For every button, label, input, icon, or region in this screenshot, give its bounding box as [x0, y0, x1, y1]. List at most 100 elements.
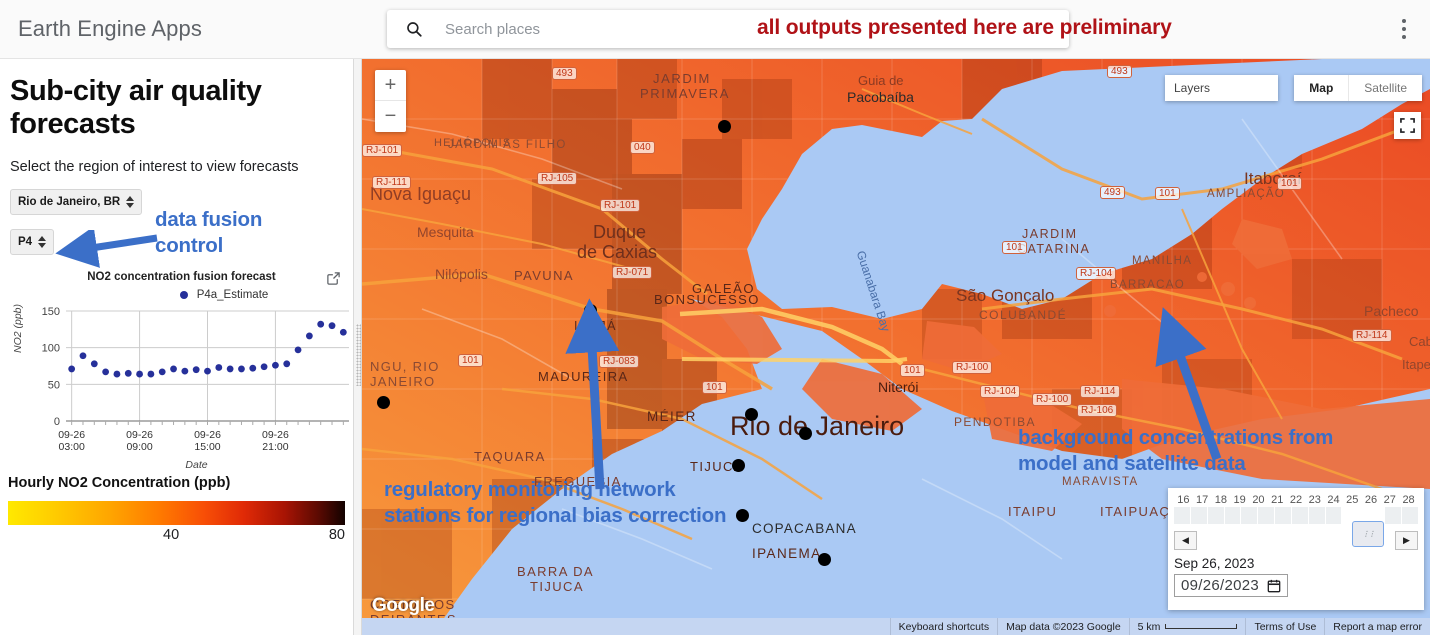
date-day-label: 17 — [1196, 494, 1209, 506]
road-shield-label: RJ-111 — [372, 176, 411, 189]
date-prev-button[interactable]: ◀ — [1174, 531, 1197, 550]
road-shield-label: RJ-105 — [537, 172, 578, 185]
road-shield-label: 101 — [702, 381, 727, 394]
panel-resize-handle[interactable] — [353, 59, 362, 635]
map-attribution-bar: Keyboard shortcuts Map data ©2023 Google… — [362, 618, 1430, 635]
monitoring-station-marker[interactable] — [732, 459, 745, 472]
date-day-label: 22 — [1289, 494, 1303, 506]
report-map-error-link[interactable]: Report a map error — [1324, 618, 1430, 635]
date-day-label: 23 — [1308, 494, 1321, 506]
date-slider-cell[interactable] — [1402, 507, 1418, 524]
zoom-control[interactable]: + − — [375, 70, 406, 132]
legend-label: P4a_Estimate — [196, 289, 269, 301]
zoom-in-button[interactable]: + — [375, 70, 406, 101]
open-in-new-icon[interactable] — [326, 271, 341, 286]
kebab-menu-icon[interactable] — [1394, 16, 1414, 42]
colorbar-title: Hourly NO2 Concentration (ppb) — [8, 475, 231, 491]
road-shield-label: 101 — [1277, 177, 1302, 190]
monitoring-station-marker[interactable] — [745, 408, 758, 421]
region-select-value: Rio de Janeiro, BR — [18, 196, 121, 208]
chart-title: NO2 concentration fusion forecast — [87, 271, 276, 283]
date-slider-cell[interactable] — [1291, 507, 1308, 524]
monitoring-station-marker[interactable] — [736, 509, 749, 522]
annotation-data-fusion: data fusion control — [155, 207, 262, 259]
app-header: Earth Engine Apps all outputs presented … — [0, 0, 1430, 59]
date-slider-cell[interactable] — [1190, 507, 1207, 524]
svg-text:09-26: 09-26 — [58, 429, 85, 441]
road-shield-label: 040 — [630, 141, 655, 154]
date-day-label: 16 — [1177, 494, 1190, 506]
road-shield-label: 493 — [1107, 65, 1132, 78]
date-slider-cell[interactable] — [1275, 507, 1291, 524]
monitoring-station-marker[interactable] — [377, 396, 390, 409]
google-watermark: Google — [372, 595, 435, 616]
date-slider-cell[interactable] — [1207, 507, 1224, 524]
svg-text:15:00: 15:00 — [194, 441, 220, 453]
date-slider-cell[interactable] — [1224, 507, 1241, 524]
fusion-select[interactable]: P4 — [10, 229, 55, 255]
monitoring-station-marker[interactable] — [818, 553, 831, 566]
no2-forecast-chart: NO2 concentration fusion forecast P4a_Es… — [4, 271, 349, 471]
earth-engine-app: Earth Engine Apps all outputs presented … — [0, 0, 1430, 635]
layers-button[interactable]: Layers — [1165, 75, 1278, 101]
date-input-value: 09/26/2023 — [1181, 577, 1260, 594]
page-title: Sub-city air quality forecasts — [10, 75, 262, 140]
monitoring-station-marker[interactable] — [799, 427, 812, 440]
chevron-updown-icon — [38, 236, 47, 248]
chart-svg: 05010015009-2603:0009-2609:0009-2615:000… — [42, 306, 349, 453]
road-shield-label: 493 — [552, 67, 577, 80]
date-day-label: 26 — [1364, 494, 1378, 506]
monitoring-station-marker[interactable] — [584, 304, 597, 317]
road-shield-label: 101 — [900, 364, 925, 377]
map-type-map[interactable]: Map — [1294, 75, 1350, 101]
map-canvas[interactable]: JARDIM PRIMAVERA Guia de Pacobaíba Nova Igua… — [362, 59, 1430, 635]
fullscreen-button[interactable] — [1394, 112, 1421, 139]
road-shield-label: RJ-104 — [1076, 267, 1117, 280]
annotation-regulatory-stations: regulatory monitoring network stations f… — [384, 477, 727, 529]
date-slider-cell[interactable] — [1325, 507, 1342, 524]
map-type-switcher[interactable]: Map Satellite — [1294, 75, 1422, 101]
map-type-satellite[interactable]: Satellite — [1349, 75, 1422, 101]
date-next-button[interactable]: ▶ — [1395, 531, 1418, 550]
date-slider-cell[interactable] — [1174, 507, 1190, 524]
chart-xlabel: Date — [185, 459, 208, 471]
road-shield-label: RJ-106 — [1077, 404, 1118, 417]
region-select[interactable]: Rio de Janeiro, BR — [10, 189, 143, 215]
map-scale-label: 5 km — [1137, 620, 1161, 633]
road-shield-label: RJ-083 — [599, 355, 640, 368]
date-slider-cell[interactable] — [1352, 521, 1385, 547]
date-day-label: 21 — [1271, 494, 1284, 506]
road-shield-label: RJ-101 — [600, 199, 641, 212]
road-shield-label: 101 — [458, 354, 483, 367]
search-icon — [407, 22, 422, 37]
svg-text:150: 150 — [42, 306, 60, 318]
date-slider-track[interactable] — [1174, 507, 1418, 547]
date-slider-cell[interactable] — [1385, 507, 1402, 524]
terms-of-use-link[interactable]: Terms of Use — [1245, 618, 1324, 635]
date-day-label: 27 — [1383, 494, 1396, 506]
date-slider-cell[interactable] — [1258, 507, 1275, 524]
monitoring-station-marker[interactable] — [718, 120, 731, 133]
date-slider-cell[interactable] — [1241, 507, 1258, 524]
selected-date-text: Sep 26, 2023 — [1174, 556, 1255, 571]
chart-plot-area: NO2 (ppb) 0 50 100 150 09-26 03:00 09-26 09:00 0… — [4, 303, 349, 471]
svg-text:50: 50 — [48, 379, 60, 391]
road-shield-label: RJ-100 — [1032, 393, 1073, 406]
date-slider-cell[interactable] — [1308, 507, 1325, 524]
legend-marker — [179, 291, 188, 299]
date-slider-widget[interactable]: 16 17 18 19 20 21 22 23 24 25 26 27 28 ◀ ▶ Sep 26, 2… — [1168, 488, 1424, 610]
date-input[interactable]: 09/26/2023 — [1174, 574, 1289, 597]
annotation-line: data fusion — [155, 208, 263, 231]
svg-text:09-26: 09-26 — [126, 429, 153, 441]
svg-text:21:00: 21:00 — [262, 441, 288, 453]
drag-grip-icon — [356, 324, 361, 386]
svg-text:09-26: 09-26 — [194, 429, 221, 441]
map-data-credit: Map data ©2023 Google — [997, 618, 1129, 635]
annotation-line: model and satellite data — [1018, 452, 1246, 475]
road-shield-label: RJ-114 — [1080, 385, 1120, 398]
chart-legend: P4a_Estimate — [4, 289, 349, 301]
zoom-out-button[interactable]: − — [375, 101, 406, 132]
keyboard-shortcuts-link[interactable]: Keyboard shortcuts — [889, 618, 997, 635]
calendar-icon[interactable] — [1267, 579, 1281, 593]
annotation-line: background concentrations from — [1018, 426, 1334, 449]
